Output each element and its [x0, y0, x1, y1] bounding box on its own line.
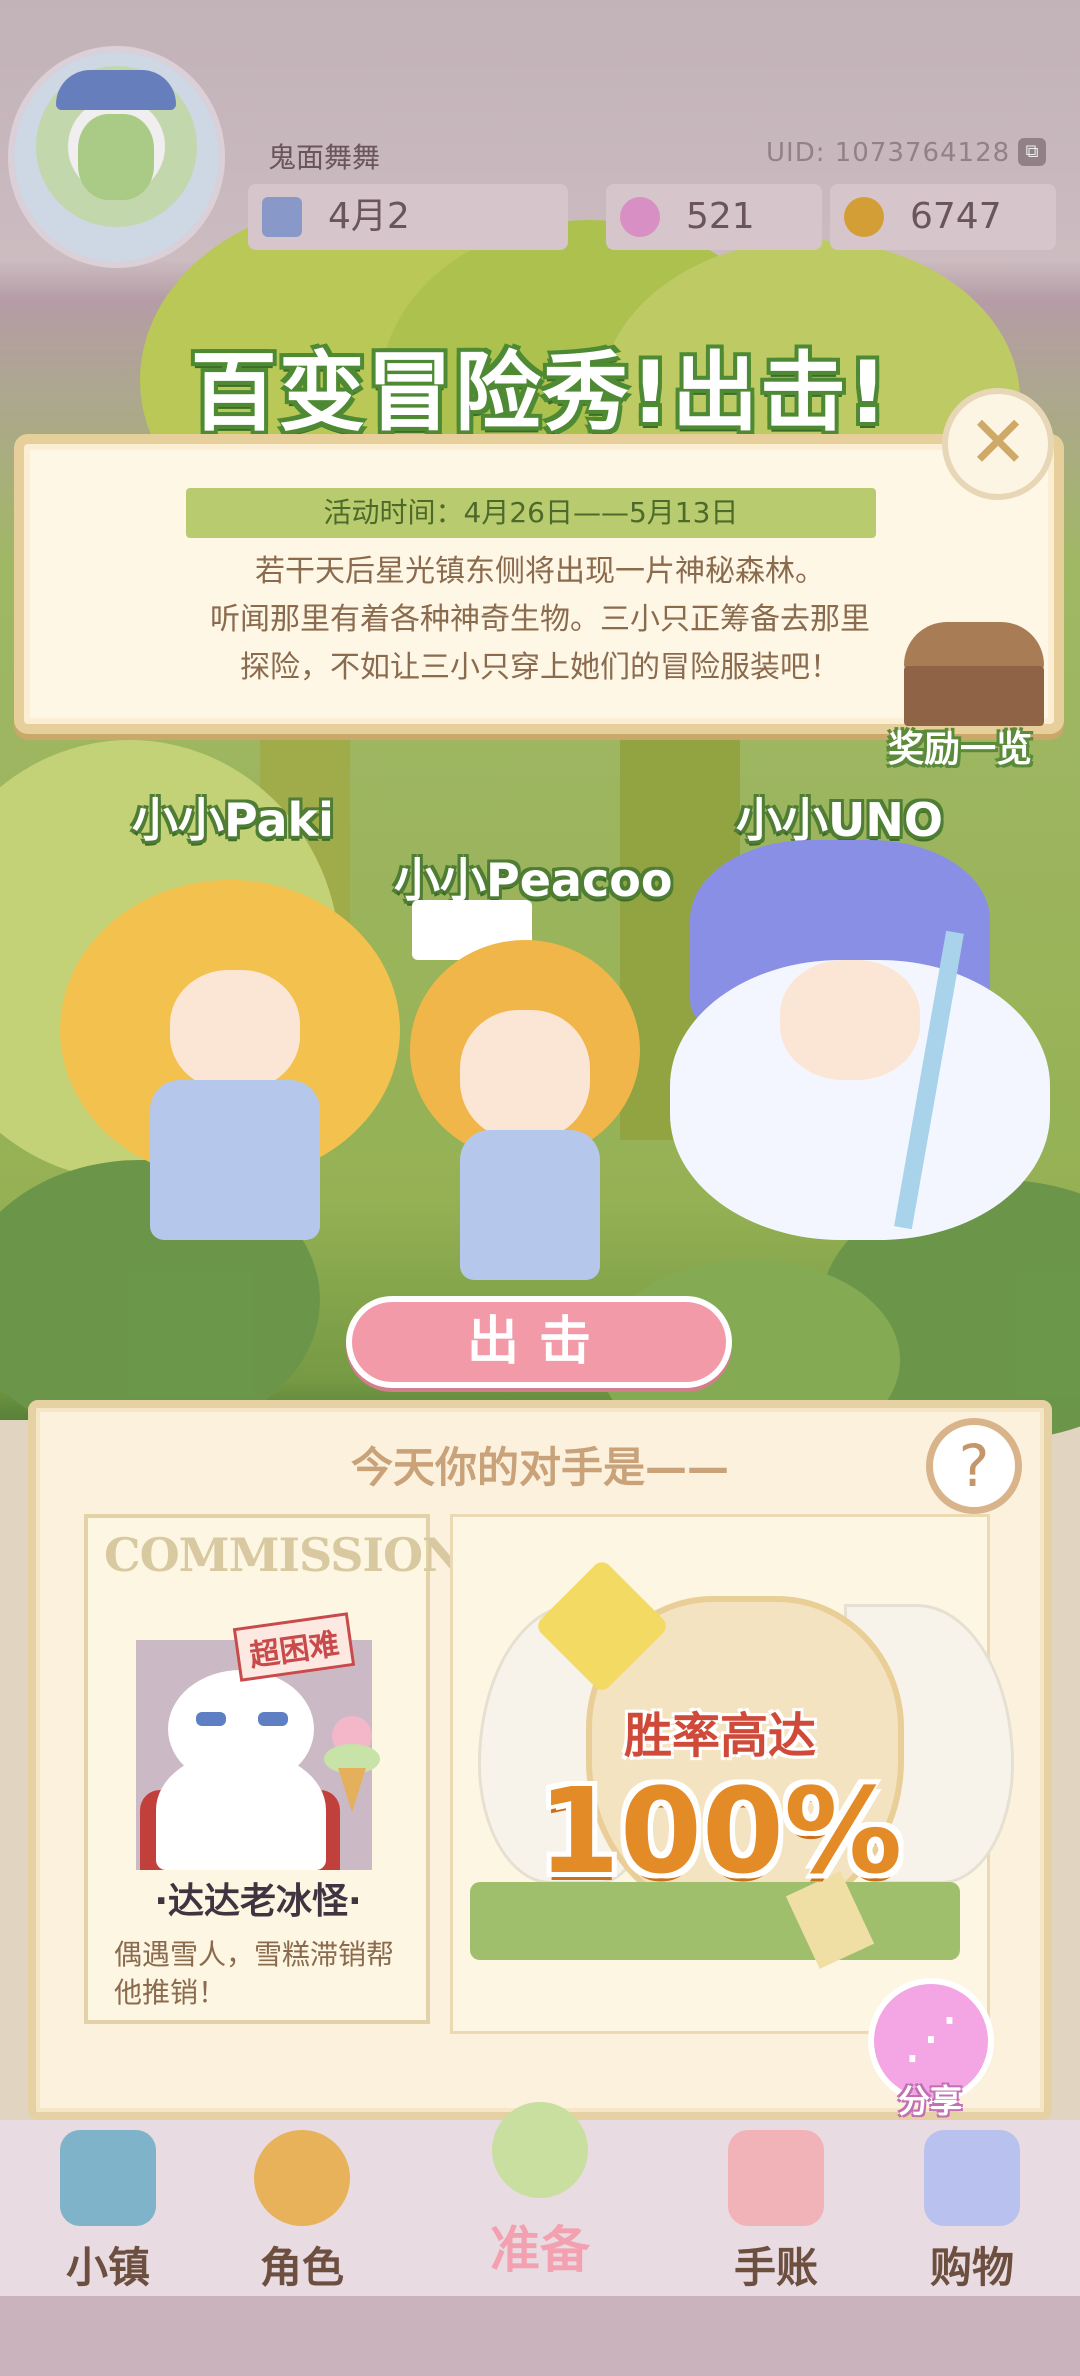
opponent-description: 偶遇雪人，雪糕滞销帮他推销！	[114, 1938, 395, 2009]
coin-stat[interactable]: 6747	[830, 184, 1056, 250]
gem-count: 521	[686, 196, 755, 237]
close-button[interactable]: ✕	[942, 388, 1054, 500]
nav-label: 角色	[259, 2243, 344, 2292]
nav-label: 小镇	[65, 2243, 150, 2292]
game-screen: 鬼面舞舞 UID: 1073764128 ⧉ 4月2 521 6747 百变冒险…	[0, 0, 1080, 2376]
win-rate-value: 100%	[537, 1762, 903, 1900]
system-home-bar	[0, 2296, 1080, 2376]
reward-list-button[interactable]: 奖励一览	[888, 720, 1032, 772]
opponent-name: ·达达老冰怪·	[154, 1881, 362, 1922]
nav-item-shopping[interactable]: 购物	[882, 2120, 1062, 2296]
calendar-icon	[262, 197, 302, 237]
ice-cream-icon	[324, 1716, 380, 1812]
gem-flower-icon	[620, 197, 660, 237]
event-description-line: 若干天后星光镇东侧将出现一片神秘森林。	[255, 554, 825, 589]
commission-header: COMMISSION	[104, 1528, 464, 1582]
calendar-date: 4月2	[328, 196, 410, 237]
event-description: 若干天后星光镇东侧将出现一片神秘森林。 听闻那里有着各种神奇生物。三小只正筹备去…	[110, 548, 970, 692]
player-uid: UID: 1073764128	[766, 138, 1011, 168]
event-time-banner: 活动时间：4月26日——5月13日	[186, 488, 876, 538]
snowman-eyes	[196, 1712, 292, 1734]
paki-outfit	[150, 1080, 320, 1240]
peacoo-face	[460, 1010, 590, 1140]
nav-item-town[interactable]: 小镇	[18, 2120, 198, 2296]
nav-label: 手账	[733, 2243, 818, 2292]
chest-lid	[904, 622, 1044, 670]
uno-face	[780, 960, 920, 1080]
help-button[interactable]: ?	[926, 1418, 1022, 1514]
nav-label: 准备	[490, 2221, 590, 2279]
chest-box	[904, 666, 1044, 726]
coin-icon	[844, 197, 884, 237]
event-description-line: 听闻那里有着各种神奇生物。三小只正筹备去那里	[210, 602, 870, 637]
journal-icon	[728, 2130, 824, 2226]
avatar-face	[78, 114, 154, 200]
player-name: 鬼面舞舞	[268, 141, 381, 174]
nav-item-character[interactable]: 角色	[212, 2120, 392, 2296]
avatar-flower-crown	[56, 70, 176, 110]
reward-chest-icon[interactable]	[904, 622, 1044, 726]
character-icon	[254, 2130, 350, 2226]
peacoo-outfit	[460, 1130, 600, 1280]
event-title: 百变冒险秀!出击!	[190, 343, 890, 443]
nav-label: 购物	[929, 2243, 1014, 2292]
character-uno[interactable]	[670, 840, 1060, 1260]
calendar-stat[interactable]: 4月2	[248, 184, 568, 250]
map-icon	[60, 2130, 156, 2226]
share-label[interactable]: 分享	[898, 2076, 962, 2122]
player-avatar[interactable]	[14, 52, 219, 262]
copy-icon[interactable]: ⧉	[1018, 138, 1046, 166]
prepare-icon	[492, 2102, 588, 2198]
character-peacoo[interactable]	[400, 900, 680, 1300]
gem-stat[interactable]: 521	[606, 184, 822, 250]
go-button[interactable]: 出击	[346, 1296, 732, 1388]
character-name-paki: 小小Paki	[132, 793, 334, 847]
shopping-bag-icon	[924, 2130, 1020, 2226]
share-icon: ⋰	[903, 2006, 959, 2071]
paki-face	[170, 970, 300, 1090]
nav-item-journal[interactable]: 手账	[686, 2120, 866, 2296]
coin-count: 6747	[910, 196, 1002, 237]
opponent-heading: 今天你的对手是——	[350, 1443, 729, 1492]
nav-item-prepare[interactable]: 准备	[450, 2096, 630, 2279]
character-paki[interactable]	[40, 860, 420, 1260]
win-rate-label: 胜率高达	[623, 1708, 816, 1764]
event-description-line: 探险，不如让三小只穿上她们的冒险服装吧！	[240, 650, 840, 685]
